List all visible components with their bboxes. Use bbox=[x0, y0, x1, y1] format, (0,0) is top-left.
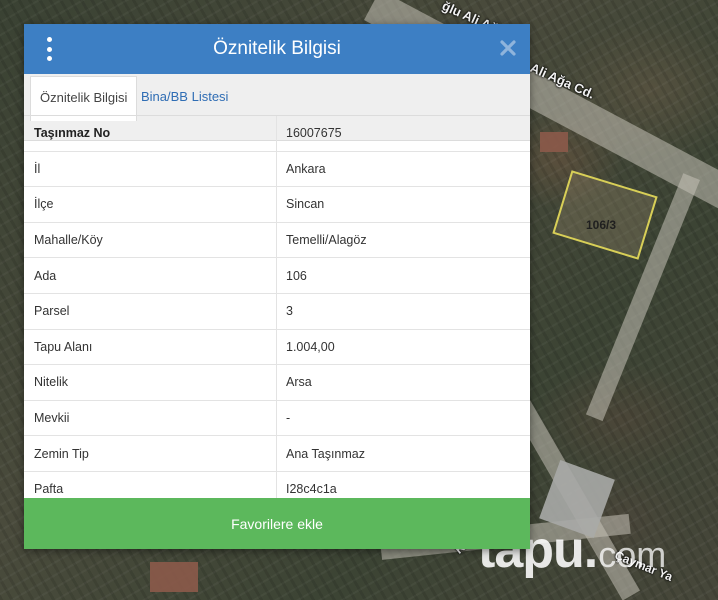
row-key: Mahalle/Köy bbox=[24, 222, 277, 258]
table-row: Nitelik Arsa bbox=[24, 364, 530, 400]
row-key: Zemin Tip bbox=[24, 436, 277, 471]
add-to-favorites-button[interactable]: Favorilere ekle bbox=[24, 498, 530, 549]
table-row: İlçe Sincan bbox=[24, 186, 530, 222]
table-row: Mahalle/Köy Temelli/Alagöz bbox=[24, 221, 530, 258]
row-value: Sincan bbox=[286, 197, 325, 212]
row-key: Nitelik bbox=[24, 365, 277, 400]
row-value: 16007675 bbox=[286, 126, 342, 141]
table-row: Parsel 3 bbox=[24, 292, 530, 329]
watermark-sub: com bbox=[598, 534, 667, 575]
row-value: 106 bbox=[286, 268, 307, 283]
row-value: 3 bbox=[286, 304, 293, 319]
row-key: Ada bbox=[24, 258, 277, 293]
table-row: Zemin Tip Ana Taşınmaz bbox=[24, 435, 530, 471]
tab-building-list[interactable]: Bina/BB Listesi bbox=[132, 76, 237, 118]
table-row: Mevkii - bbox=[24, 399, 530, 436]
building-roof bbox=[150, 562, 198, 592]
close-icon[interactable] bbox=[498, 38, 518, 58]
row-value: Ankara bbox=[286, 161, 326, 176]
building-roof bbox=[540, 132, 568, 152]
row-key: Parsel bbox=[24, 293, 277, 329]
table-row: İl Ankara bbox=[24, 150, 530, 187]
table-row: Taşınmaz No 16007675 bbox=[24, 115, 530, 151]
row-value: 1.004,00 bbox=[286, 339, 335, 354]
row-key: İlçe bbox=[24, 187, 277, 222]
row-value: Temelli/Alagöz bbox=[286, 233, 367, 248]
row-key: Taşınmaz No bbox=[24, 116, 277, 151]
row-key: Mevkii bbox=[24, 400, 277, 436]
table-row: Tapu Alanı 1.004,00 bbox=[24, 328, 530, 365]
dialog-title: Öznitelik Bilgisi bbox=[213, 38, 341, 59]
watermark-dot: . bbox=[583, 521, 599, 579]
parcel-label: 106/3 bbox=[586, 218, 617, 232]
row-key: Tapu Alanı bbox=[24, 329, 277, 365]
vertical-dots-icon[interactable] bbox=[44, 37, 54, 61]
attribute-info-dialog: Öznitelik Bilgisi Öznitelik Bilgisi Bina… bbox=[24, 24, 530, 549]
row-value: Arsa bbox=[286, 375, 312, 390]
row-value: Ana Taşınmaz bbox=[286, 446, 365, 461]
dialog-header: Öznitelik Bilgisi bbox=[24, 24, 530, 74]
table-row: Ada 106 bbox=[24, 257, 530, 293]
attribute-table: Taşınmaz No 16007675 İl Ankara İlçe Sinc… bbox=[24, 115, 530, 507]
row-key: İl bbox=[24, 151, 277, 187]
row-value: - bbox=[286, 411, 291, 426]
